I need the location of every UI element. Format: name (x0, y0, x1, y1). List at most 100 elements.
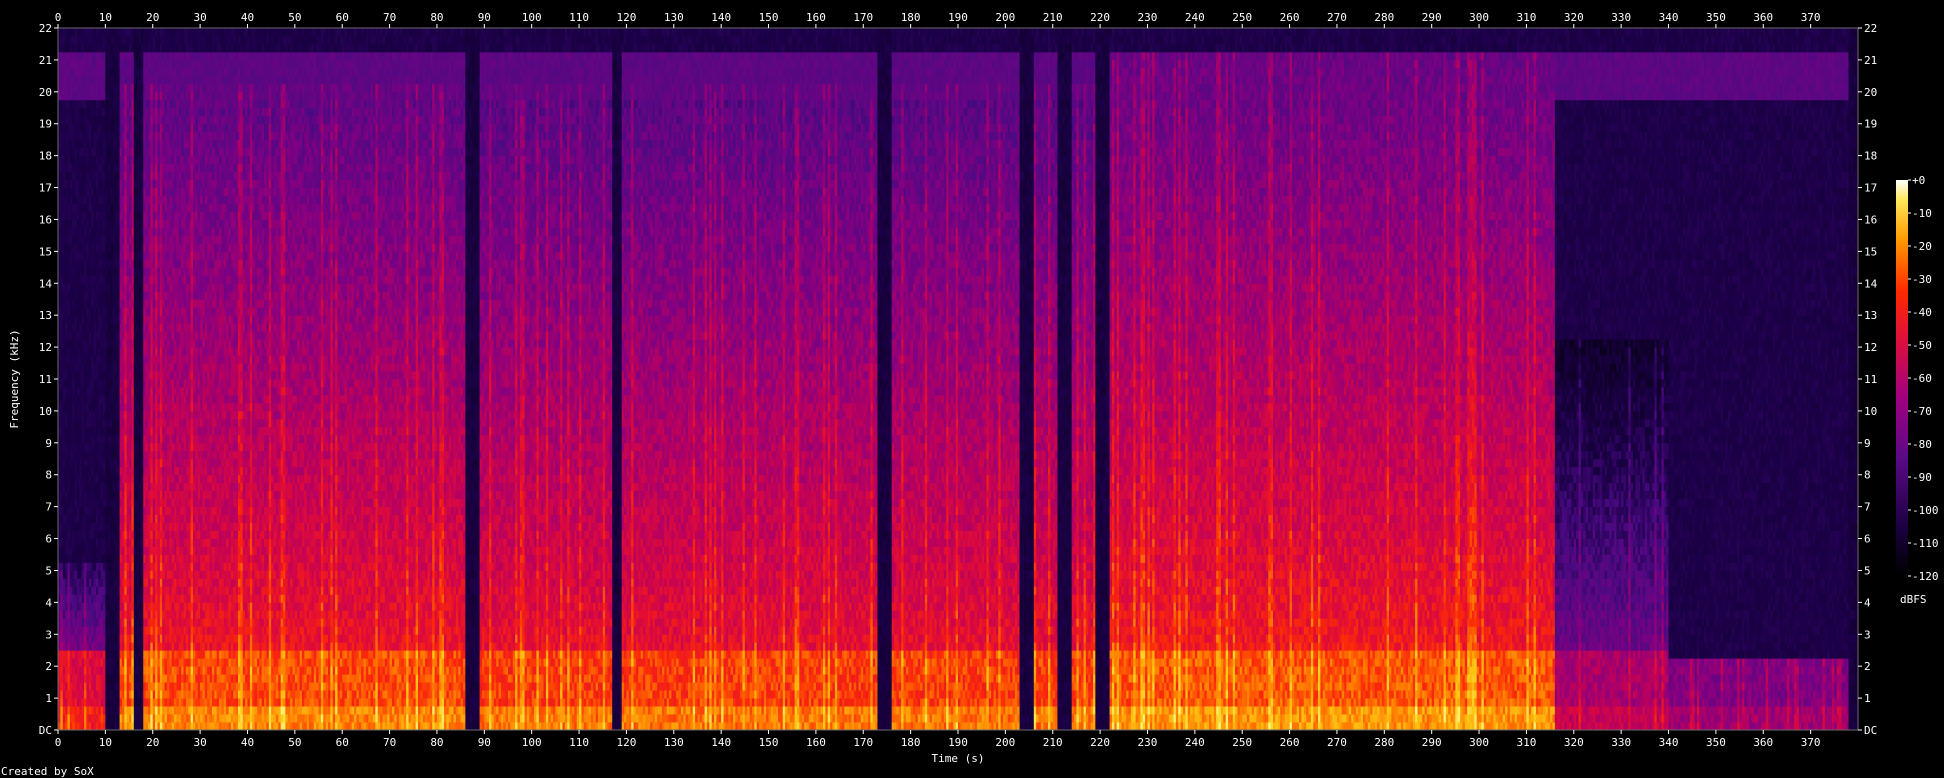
heatmap-cell (65, 674, 68, 682)
heatmap-cell (67, 642, 70, 650)
heatmap-cell (63, 44, 66, 52)
heatmap-cell (72, 594, 75, 602)
heatmap-cell (70, 148, 73, 156)
heatmap-cell (70, 60, 73, 68)
heatmap-cell (70, 403, 73, 411)
heatmap-cell (70, 275, 73, 283)
heatmap-cell (65, 618, 68, 626)
heatmap-cell (72, 307, 75, 315)
heatmap-cell (70, 642, 73, 650)
heatmap-cell (60, 132, 63, 140)
heatmap-cell (65, 180, 68, 188)
heatmap-cell (72, 132, 75, 140)
heatmap-cell (70, 164, 73, 172)
heatmap-cell (72, 227, 75, 235)
heatmap-cell (60, 92, 63, 100)
heatmap-cell (60, 68, 63, 76)
heatmap-cell (67, 251, 70, 259)
heatmap-cell (65, 148, 68, 156)
heatmap-cell (70, 578, 73, 586)
heatmap-cell (72, 602, 75, 610)
heatmap-cell (65, 291, 68, 299)
heatmap-cell (67, 539, 70, 547)
heatmap-cell (72, 475, 75, 483)
heatmap-cell (63, 347, 66, 355)
heatmap-cell (65, 435, 68, 443)
heatmap-cell (72, 235, 75, 243)
heatmap-layer (58, 28, 1858, 730)
heatmap-cell (63, 92, 66, 100)
heatmap-cell (63, 531, 66, 539)
heatmap-cell (70, 491, 73, 499)
heatmap-cell (72, 211, 75, 219)
heatmap-cell (63, 515, 66, 523)
heatmap-cell (60, 427, 63, 435)
heatmap-cell (60, 698, 63, 706)
heatmap-cell (60, 140, 63, 148)
heatmap-cell (60, 674, 63, 682)
heatmap-cell (72, 531, 75, 539)
heatmap-cell (70, 570, 73, 578)
heatmap-cell (60, 419, 63, 427)
heatmap-cell (65, 116, 68, 124)
heatmap-cell (60, 666, 63, 674)
heatmap-cell (65, 602, 68, 610)
heatmap-cell (70, 515, 73, 523)
heatmap-cell (65, 403, 68, 411)
heatmap-cell (65, 578, 68, 586)
heatmap-cell (63, 594, 66, 602)
heatmap-cell (63, 84, 66, 92)
heatmap-cell (70, 84, 73, 92)
heatmap-cell (63, 188, 66, 196)
heatmap-cell (65, 507, 68, 515)
heatmap-cell (70, 722, 73, 730)
heatmap-cell (65, 132, 68, 140)
heatmap-cell (65, 68, 68, 76)
heatmap-cell (72, 148, 75, 156)
heatmap-cell (75, 555, 78, 563)
heatmap-cell (70, 658, 73, 666)
heatmap-cell (60, 523, 63, 531)
heatmap-cell (70, 618, 73, 626)
heatmap-cell (65, 52, 68, 60)
heatmap-cell (70, 204, 73, 212)
heatmap-cell (65, 714, 68, 722)
heatmap-cell (70, 36, 73, 44)
heatmap-cell (60, 323, 63, 331)
heatmap-cell (70, 211, 73, 219)
heatmap-cell (67, 379, 70, 387)
heatmap-cell (70, 219, 73, 227)
heatmap-cell (60, 251, 63, 259)
heatmap-cell (67, 547, 70, 555)
heatmap-cell (72, 267, 75, 275)
heatmap-cell (67, 658, 70, 666)
heatmap-cell (67, 243, 70, 251)
heatmap-cell (75, 666, 78, 674)
heatmap-cell (60, 28, 63, 36)
heatmap-cell (63, 196, 66, 204)
heatmap-cell (70, 307, 73, 315)
heatmap-cell (60, 124, 63, 132)
heatmap-cell (75, 499, 78, 507)
heatmap-cell (63, 100, 66, 108)
heatmap-cell (67, 172, 70, 180)
heatmap-cell (72, 219, 75, 227)
heatmap-cell (63, 395, 66, 403)
heatmap-cell (75, 491, 78, 499)
heatmap-cell (63, 204, 66, 212)
heatmap-cell (72, 395, 75, 403)
heatmap-cell (67, 28, 70, 36)
heatmap-cell (70, 132, 73, 140)
heatmap-cell (65, 164, 68, 172)
heatmap-cell (67, 403, 70, 411)
heatmap-cell (63, 251, 66, 259)
heatmap-cell (70, 714, 73, 722)
heatmap-cell (60, 491, 63, 499)
heatmap-cell (63, 562, 66, 570)
heatmap-cell (72, 84, 75, 92)
heatmap-cell (67, 164, 70, 172)
heatmap-cell (72, 499, 75, 507)
heatmap-cell (67, 419, 70, 427)
heatmap-cell (72, 459, 75, 467)
heatmap-cell (72, 610, 75, 618)
